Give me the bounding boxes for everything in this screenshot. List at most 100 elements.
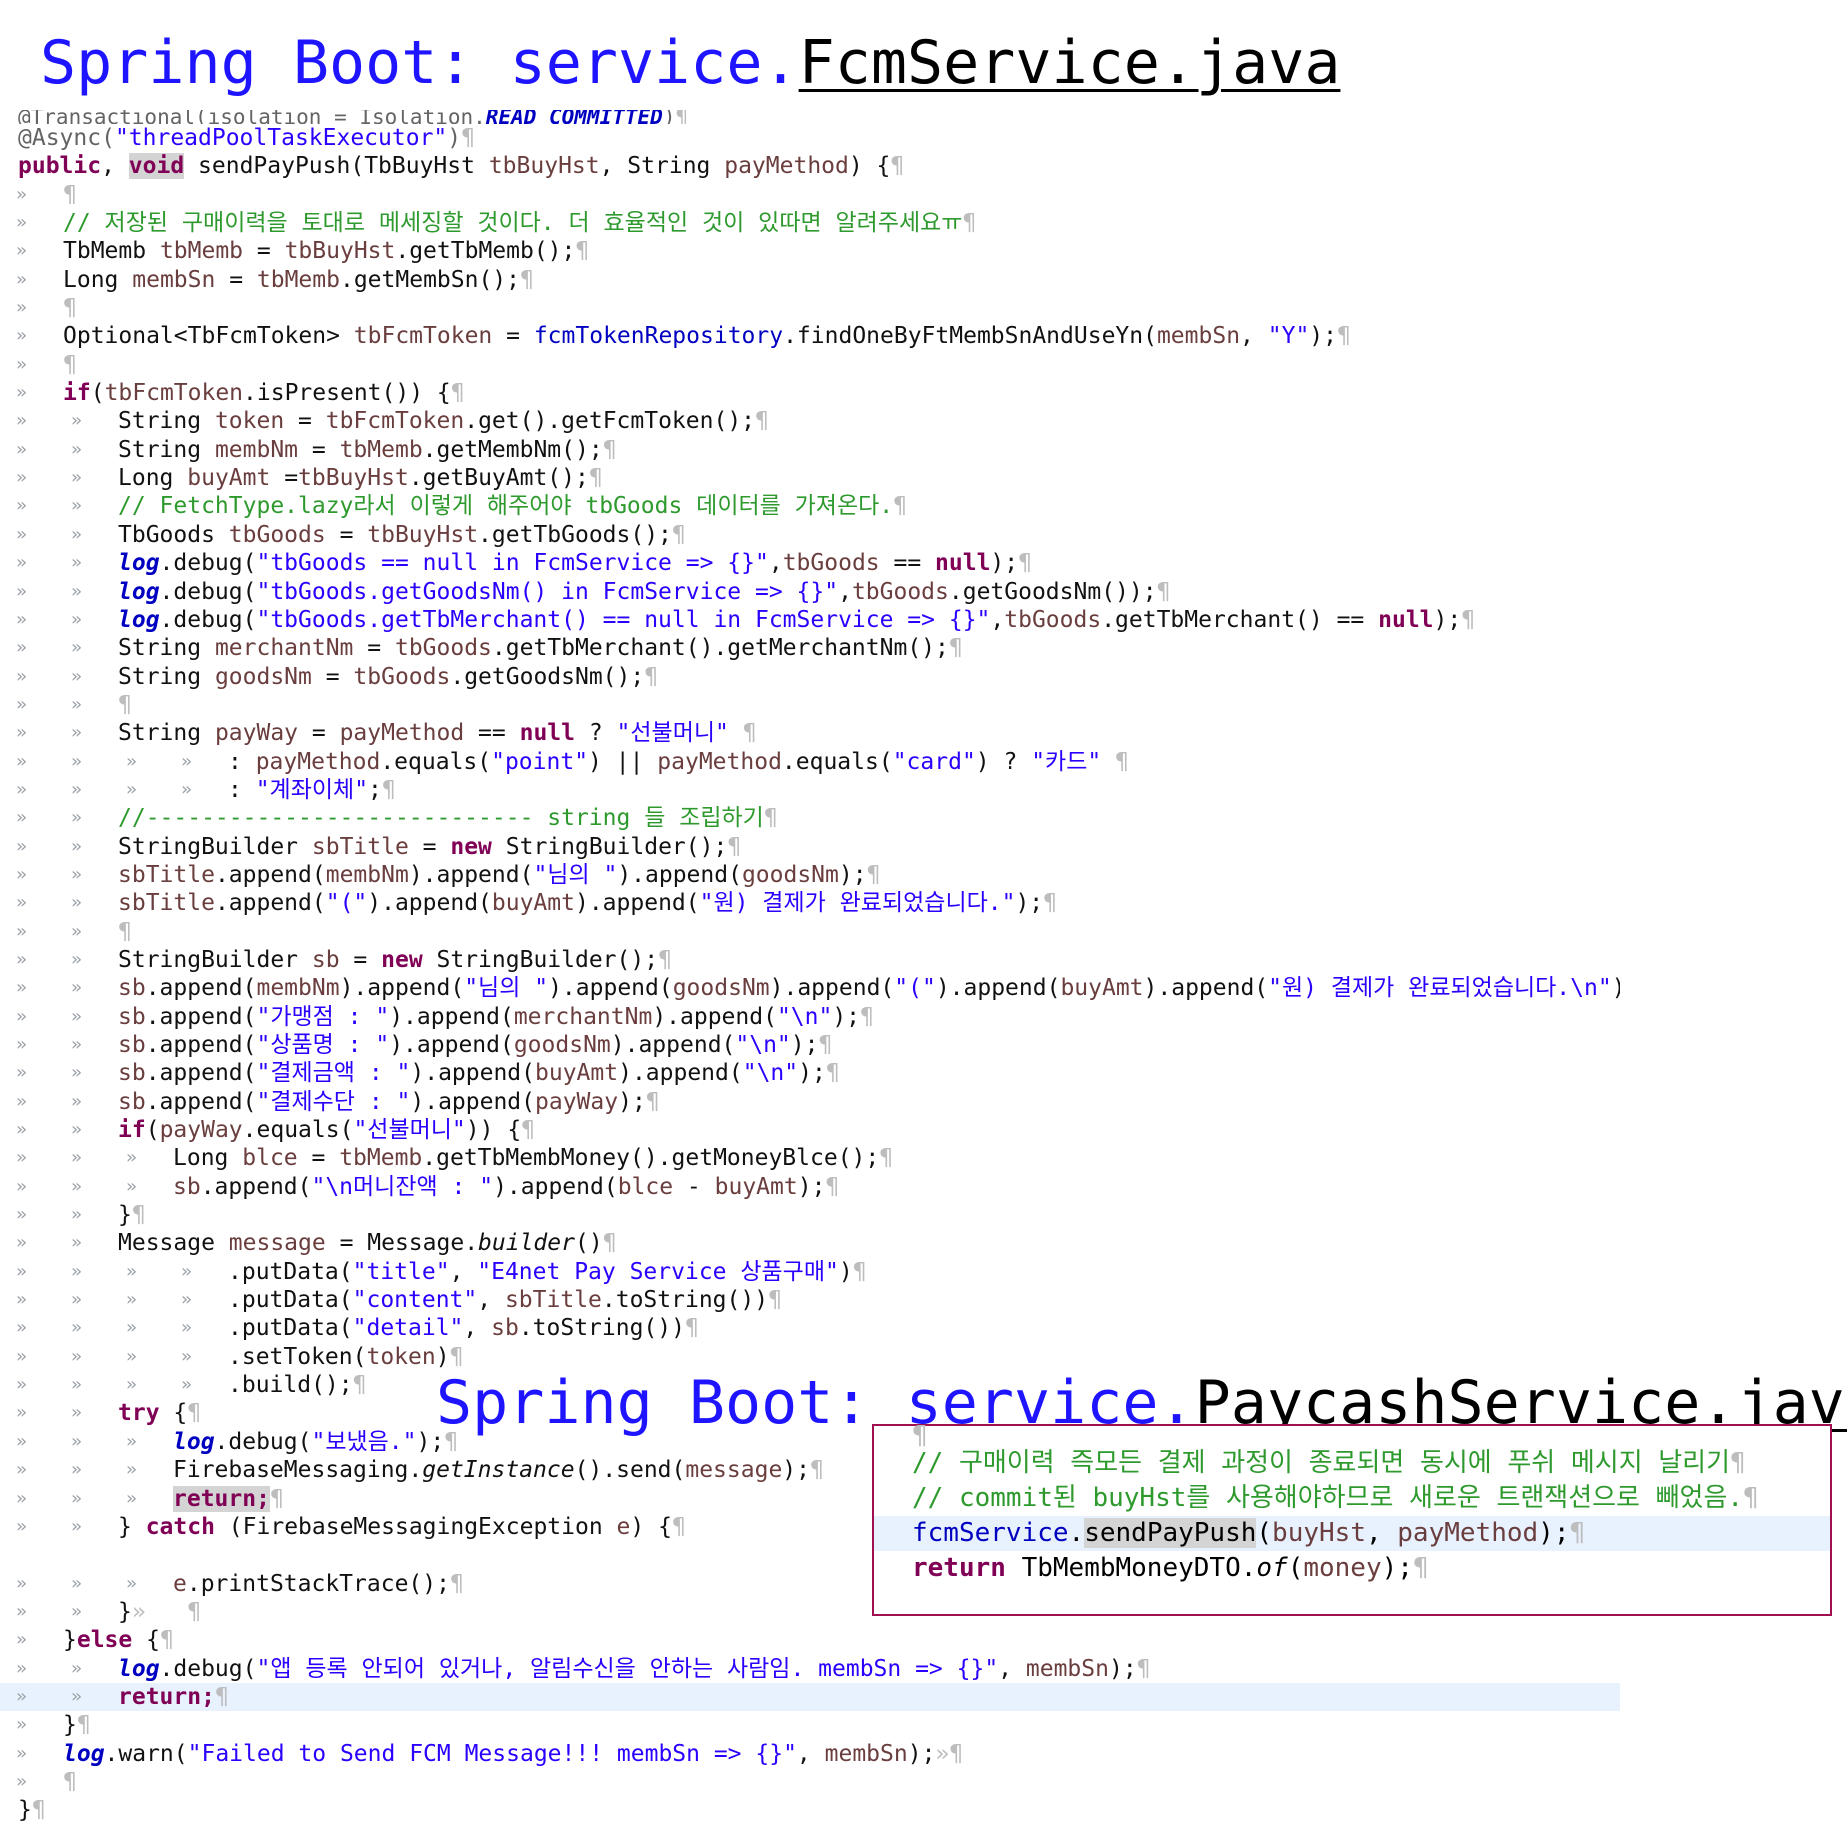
code-line[interactable]: // commit된 buyHst를 사용해야하므로 새로운 트랜잭션으로 빼었… bbox=[874, 1481, 1830, 1516]
code-line[interactable]: » if(tbFcmToken.isPresent()) {¶ bbox=[0, 379, 1620, 407]
code-token: .append( bbox=[200, 1173, 312, 1200]
code-line[interactable]: }¶ bbox=[0, 1796, 1620, 1824]
code-token: "결제금액 : " bbox=[256, 1060, 411, 1087]
code-token: .append( bbox=[145, 1032, 257, 1058]
code-token: "님의 " bbox=[533, 861, 618, 888]
indent-marker: » bbox=[71, 892, 82, 914]
code-line[interactable]: fcmService.sendPayPush(buyHst, payMethod… bbox=[874, 1516, 1830, 1551]
code-text: }¶ bbox=[63, 1711, 91, 1739]
code-line[interactable]: » » //---------------------------- string … bbox=[0, 804, 1620, 832]
code-line[interactable]: » » return;¶ bbox=[0, 1682, 1620, 1712]
code-line[interactable]: » Long membSn = tbMemb.getMembSn();¶ bbox=[0, 266, 1620, 294]
code-token: ) { bbox=[848, 153, 891, 180]
code-token: public bbox=[18, 153, 102, 180]
code-line[interactable]: » » ¶ bbox=[0, 691, 1620, 719]
code-token: } bbox=[18, 1797, 32, 1824]
code-line[interactable]: »» sb.append(membNm).append("님의 ").append… bbox=[0, 974, 1620, 1002]
code-token: "(" bbox=[325, 890, 368, 917]
code-line[interactable]: » ¶ bbox=[0, 351, 1620, 379]
indent-marker: » bbox=[181, 1374, 192, 1396]
code-line[interactable]: » » log.debug("tbGoods == null in FcmServi… bbox=[0, 549, 1620, 577]
code-text: String merchantNm = tbGoods.getTbMerchan… bbox=[118, 634, 963, 662]
code-token: ¶ bbox=[450, 380, 465, 407]
code-line[interactable]: » » if(payWay.equals("선불머니")) {¶ bbox=[0, 1116, 1620, 1144]
code-token: ¶ bbox=[763, 805, 778, 832]
code-line[interactable]: »}¶ bbox=[0, 1711, 1620, 1739]
code-text: TbGoods tbGoods = tbBuyHst.getTbGoods();… bbox=[118, 521, 686, 549]
indent-marker: » bbox=[16, 637, 27, 659]
code-line[interactable]: » » » » .putData("title", "E4net Pay Service… bbox=[0, 1258, 1620, 1286]
code-line[interactable]: »»»»: "계좌이체";¶ bbox=[0, 776, 1620, 804]
code-line[interactable]: » » » » .putData("detail", sb.toString())¶ bbox=[0, 1314, 1620, 1342]
code-line[interactable]: » ¶ bbox=[0, 181, 1620, 209]
code-line[interactable]: » » Message message = Message.builder()¶ bbox=[0, 1229, 1620, 1257]
code-line[interactable]: »»}¶ bbox=[0, 1201, 1620, 1229]
code-line[interactable]: » ¶ bbox=[0, 1768, 1620, 1796]
code-token: StringBuilder bbox=[118, 946, 312, 973]
code-line[interactable]: » » StringBuilder sbTitle = new StringBuil… bbox=[0, 833, 1620, 861]
code-line[interactable]: » » » sb.append("\n머니잔액 : ").append(blce - … bbox=[0, 1173, 1620, 1201]
code-token: ) || bbox=[588, 748, 658, 775]
code-token: "(" bbox=[894, 975, 936, 1002]
code-line[interactable]: » » String merchantNm = tbGoods.getTbMerch… bbox=[0, 634, 1620, 662]
code-token: buyAmt bbox=[535, 1060, 619, 1087]
code-line[interactable]: » » TbGoods tbGoods = tbBuyHst.getTbGoods(… bbox=[0, 521, 1620, 549]
code-token: ¶ bbox=[671, 521, 686, 548]
code-line[interactable]: » » log.debug("tbGoods.getGoodsNm() in Fcm… bbox=[0, 578, 1620, 606]
code-line[interactable]: » » » » .putData("content", sbTitle.toString… bbox=[0, 1286, 1620, 1314]
code-line[interactable]: »}else {¶ bbox=[0, 1626, 1620, 1654]
code-line[interactable]: » » Long buyAmt =tbBuyHst.getBuyAmt();¶ bbox=[0, 464, 1620, 492]
code-line[interactable]: »» sbTitle.append(membNm).append("님의 ").a… bbox=[0, 861, 1620, 889]
paycashservice-code-snippet[interactable]: ¶// 구매이력 즉모든 결제 과정이 종료되면 동시에 푸쉬 메시지 날리기¶… bbox=[872, 1423, 1832, 1616]
code-line[interactable]: » // 저장된 구매이력을 토대로 메세징할 것이다. 더 효율적인 것이 있따… bbox=[0, 209, 1620, 237]
code-line[interactable]: public, void sendPayPush(TbBuyHst tbBuyH… bbox=[0, 152, 1620, 180]
code-token: .getGoodsNm(); bbox=[450, 663, 645, 690]
code-line[interactable]: »» sb.append("가맹점 : ").append(merchantNm)… bbox=[0, 1003, 1620, 1031]
code-token: } bbox=[63, 1627, 77, 1654]
code-token: tbBuyHst bbox=[367, 521, 479, 548]
code-line[interactable]: @Transactional(isolation = Isolation.REA… bbox=[0, 110, 1620, 124]
indent-marker: » bbox=[71, 637, 82, 659]
code-line[interactable]: » » » Long blce = tbMemb.getTbMembMoney().g… bbox=[0, 1144, 1620, 1172]
code-token: = bbox=[270, 465, 299, 492]
code-token: tbBuyHst bbox=[488, 153, 600, 180]
code-line[interactable]: » » String payWay = payMethod == null ? "선… bbox=[0, 719, 1620, 747]
code-line[interactable]: » » String goodsNm = tbGoods.getGoodsNm();… bbox=[0, 663, 1620, 691]
code-line[interactable]: » Optional<TbFcmToken> tbFcmToken = fcmTo… bbox=[0, 322, 1620, 350]
code-line[interactable]: @Async("threadPoolTaskExecutor")¶ bbox=[0, 124, 1620, 152]
code-line[interactable]: » » ¶ bbox=[0, 918, 1620, 946]
code-token: buyAmt bbox=[491, 890, 575, 917]
code-token: ¶ bbox=[1101, 748, 1129, 775]
code-line[interactable]: » » String token = tbFcmToken.get().getFcm… bbox=[0, 407, 1620, 435]
code-line[interactable]: » » » » .setToken(token)¶ bbox=[0, 1343, 1620, 1371]
code-token: ).append( bbox=[339, 975, 465, 1002]
code-line[interactable]: » » String membNm = tbMemb.getMembNm();¶ bbox=[0, 436, 1620, 464]
code-token: ¶ bbox=[727, 833, 742, 860]
code-token: ¶ bbox=[31, 1797, 46, 1824]
code-text: ¶ bbox=[118, 691, 132, 719]
code-line[interactable]: » TbMemb tbMemb = tbBuyHst.getTbMemb();¶ bbox=[0, 237, 1620, 265]
code-token: tbGoods bbox=[1004, 606, 1102, 633]
code-token: ¶ bbox=[63, 295, 77, 322]
code-token: sb bbox=[491, 1315, 519, 1342]
code-line[interactable]: » » StringBuilder sb = new StringBuilder()… bbox=[0, 946, 1620, 974]
code-line[interactable]: » » // FetchType.lazy라서 이렇게 해주어야 tbGoods 데… bbox=[0, 492, 1620, 520]
code-token: ¶ bbox=[352, 1372, 367, 1399]
code-token: .getBuyAmt(); bbox=[408, 465, 589, 492]
code-line[interactable]: » log.warn("Failed to Send FCM Message!!!… bbox=[0, 1740, 1620, 1768]
code-line[interactable]: » » log.debug("tbGoods.getTbMerchant() == … bbox=[0, 606, 1620, 634]
indent-marker: » bbox=[71, 778, 82, 800]
code-line[interactable]: »» sb.append("결제금액 : ").append(buyAmt).ap… bbox=[0, 1059, 1620, 1087]
code-line[interactable]: ¶ bbox=[874, 1423, 1830, 1449]
code-line[interactable]: » » sb.append("결제수단 : ").append(payWay);¶ bbox=[0, 1088, 1620, 1116]
code-token: ¶ bbox=[602, 436, 617, 463]
code-text: sb.append("가맹점 : ").append(merchantNm).a… bbox=[118, 1003, 874, 1031]
code-line[interactable]: »» sbTitle.append("(").append(buyAmt).app… bbox=[0, 889, 1620, 917]
code-line[interactable]: // 구매이력 즉모든 결제 과정이 종료되면 동시에 푸쉬 메시지 날리기¶ bbox=[874, 1446, 1830, 1481]
code-line[interactable]: »»»»: payMethod.equals("point") || payMe… bbox=[0, 748, 1620, 776]
code-line[interactable]: » ¶ bbox=[0, 294, 1620, 322]
code-line[interactable]: return TbMembMoneyDTO.of(money);¶ bbox=[874, 1551, 1830, 1586]
code-line[interactable]: » » log.debug("앱 등록 안되어 있거나, 알림수신을 안하는 사람임… bbox=[0, 1655, 1620, 1683]
code-line[interactable]: »» sb.append("상품명 : ").append(goodsNm).ap… bbox=[0, 1031, 1620, 1059]
code-text: if(tbFcmToken.isPresent()) {¶ bbox=[63, 379, 465, 407]
